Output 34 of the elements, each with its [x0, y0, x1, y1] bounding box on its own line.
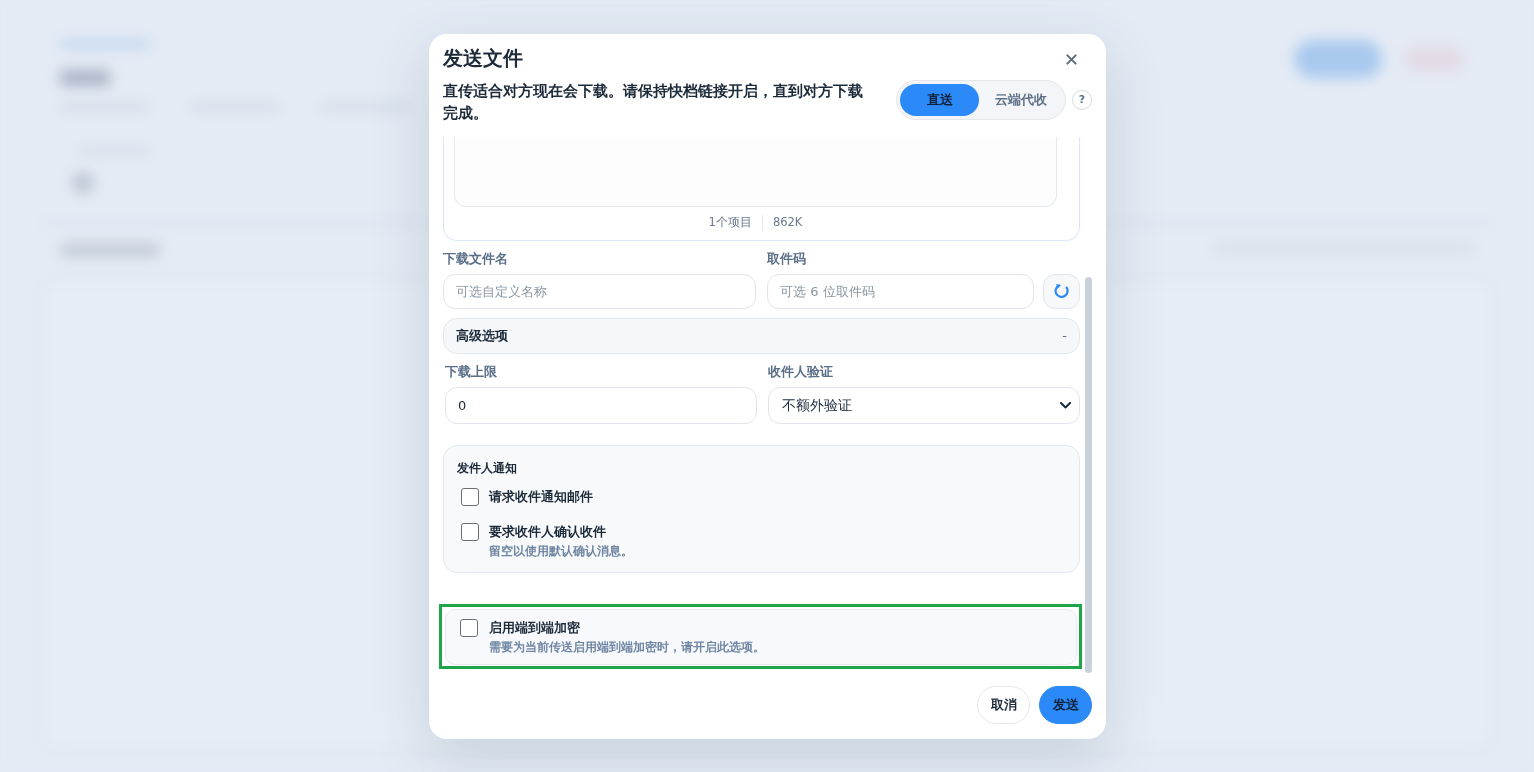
advanced-options-label: 高级选项 [456, 326, 508, 345]
hint-text: 留空以使用默认确认消息。 [489, 542, 633, 560]
item-count: 1个项目 [708, 214, 752, 232]
field-label: 收件人验证 [768, 362, 834, 381]
refresh-button[interactable] [1043, 273, 1080, 309]
field-label: 下载文件名 [443, 249, 509, 268]
send-button[interactable]: 发送 [1039, 685, 1092, 724]
dialog-description: 直传适合对方现在会下载。请保持快档链接开启，直到对方下载完成。 [443, 80, 864, 124]
dialog-title: 发送文件 [443, 44, 523, 71]
checkbox[interactable] [461, 522, 479, 541]
checkbox-label: 要求收件人确认收件 [489, 522, 607, 541]
panel-title: 发件人通知 [457, 459, 518, 477]
field-label: 取件码 [767, 249, 807, 268]
advanced-options-bar[interactable]: 高级选项 - [443, 317, 1080, 354]
close-icon [1066, 53, 1077, 65]
total-size: 862K [772, 214, 803, 232]
checkbox-label: 请求收件通知邮件 [489, 487, 593, 506]
cancel-button[interactable]: 取消 [977, 685, 1030, 724]
collapse-toggle[interactable]: - [1062, 325, 1067, 346]
help-button[interactable]: ? [1072, 89, 1092, 110]
field-label: 下载上限 [445, 362, 498, 381]
mode-tab[interactable]: 直送 [900, 83, 979, 116]
download-limit-field[interactable]: 0 [445, 386, 757, 424]
scrollbar[interactable] [1085, 276, 1092, 673]
verification-dropdown[interactable]: 不额外验证 [768, 386, 1080, 424]
pickup-code-field[interactable]: 可选 6 位取件码 [767, 273, 1034, 309]
hint-text: 需要为当前传送启用端到端加密时，请开启此选项。 [489, 638, 765, 656]
chevron-down-icon [1060, 401, 1071, 409]
checkbox-label: 启用端到端加密 [489, 618, 581, 637]
refresh-icon [1053, 283, 1070, 299]
checkbox[interactable] [461, 487, 479, 506]
download-name-field[interactable]: 可选自定义名称 [443, 273, 756, 309]
mode-tab[interactable]: 云端代收 [979, 83, 1062, 116]
checkbox[interactable] [460, 618, 478, 637]
